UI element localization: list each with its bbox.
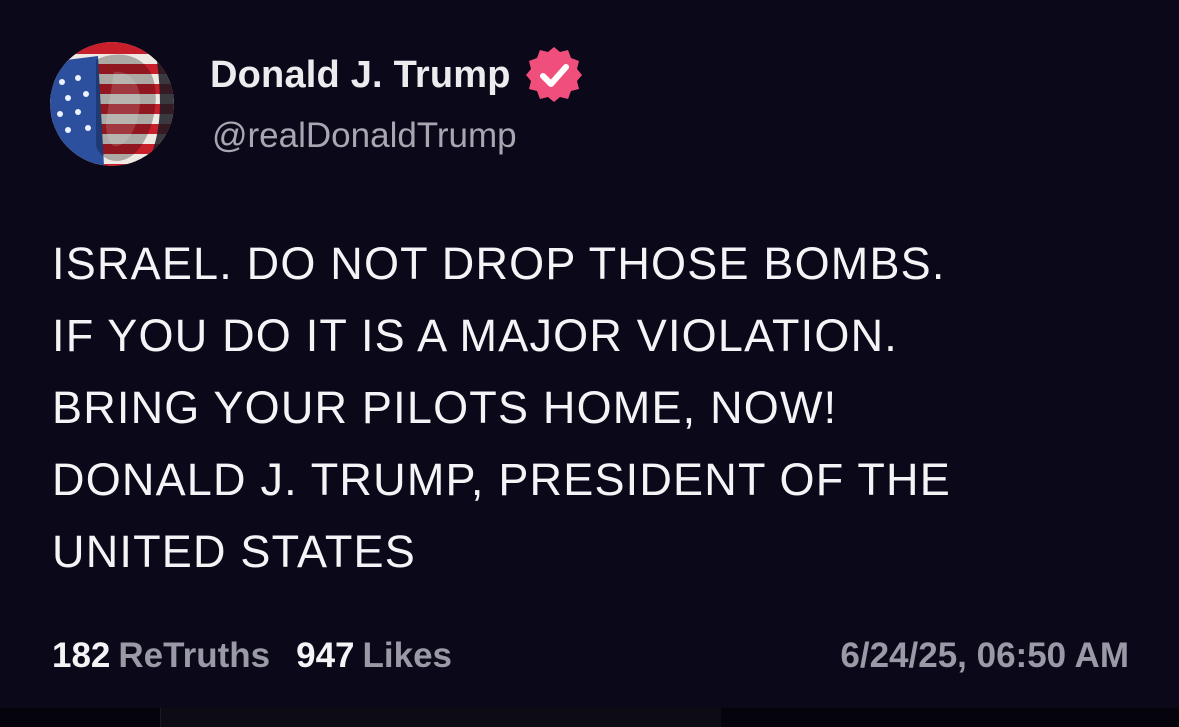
post-line: UNITED STATES (52, 526, 416, 577)
post-line: DONALD J. TRUMP, PRESIDENT OF THE (52, 454, 951, 505)
author-name-row: Donald J. Trump (210, 47, 583, 102)
post-stats: 182 ReTruths 947 Likes (52, 636, 478, 676)
retruths-label: ReTruths (118, 636, 271, 675)
profile-avatar[interactable] (50, 42, 174, 166)
author-handle[interactable]: @realDonaldTrump (212, 116, 517, 156)
likes-count: 947 (296, 636, 355, 675)
retruths-count: 182 (52, 636, 111, 675)
retruths-stat[interactable]: 182 ReTruths (52, 636, 270, 676)
underlying-panel (160, 708, 721, 727)
post-line: BRING YOUR PILOTS HOME, NOW! (52, 382, 838, 433)
post-timestamp[interactable]: 6/24/25, 06:50 AM (840, 636, 1129, 676)
post-line: ISRAEL. DO NOT DROP THOSE BOMBS. (52, 238, 946, 289)
post-line: IF YOU DO IT IS A MAJOR VIOLATION. (52, 310, 898, 361)
verified-badge-icon (525, 46, 583, 104)
likes-stat[interactable]: 947 Likes (296, 636, 452, 676)
author-display-name[interactable]: Donald J. Trump (210, 54, 511, 97)
flag-portrait-icon (50, 42, 174, 166)
post-card: Donald J. Trump @realDonaldTrump ISRAEL.… (0, 0, 1179, 708)
bottom-edge-strip (0, 708, 1179, 727)
likes-label: Likes (362, 636, 453, 675)
post-body: ISRAEL. DO NOT DROP THOSE BOMBS. IF YOU … (52, 228, 1142, 588)
